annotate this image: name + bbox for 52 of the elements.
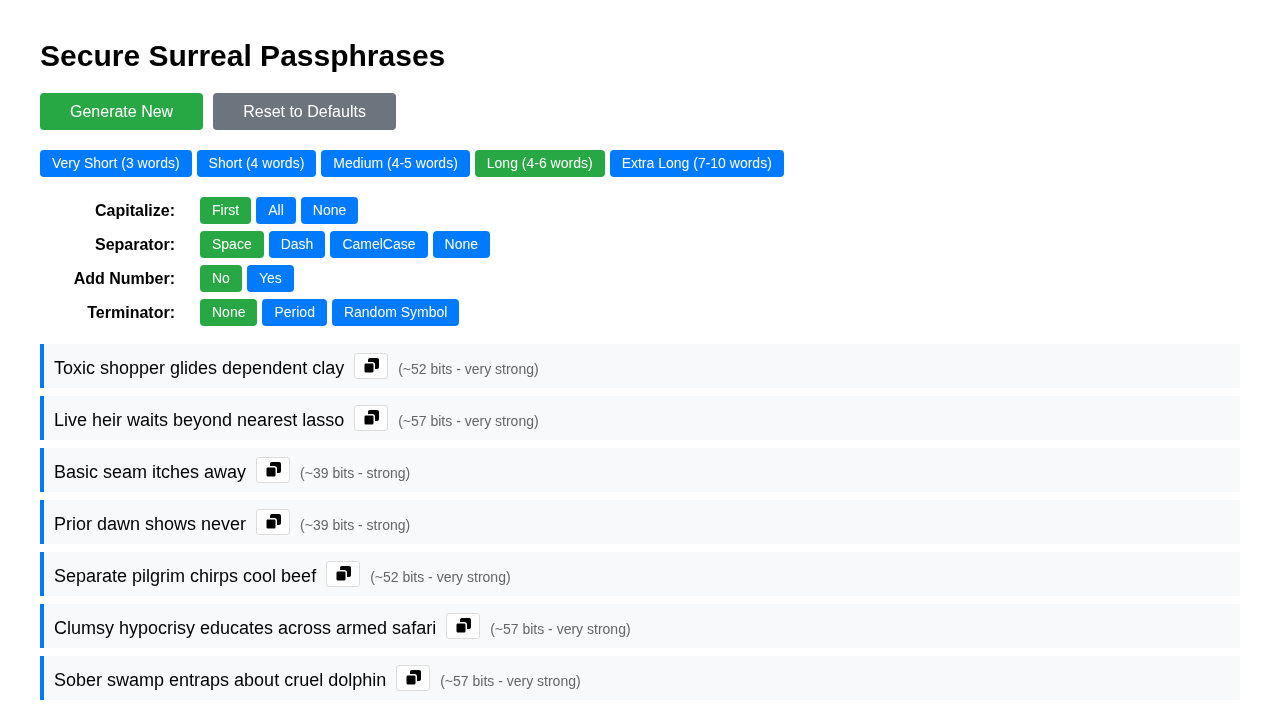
passphrase-text: Live heir waits beyond nearest lasso: [54, 408, 345, 431]
option-button[interactable]: CamelCase: [330, 231, 428, 258]
option-button[interactable]: None: [300, 197, 359, 224]
option-button[interactable]: None: [432, 231, 490, 258]
option-button[interactable]: All: [256, 197, 296, 224]
length-button[interactable]: Extra Long (7-10 words): [609, 150, 784, 177]
option-label: Separator:: [94, 235, 175, 254]
strength-text: (~57 bits - very strong): [398, 412, 539, 429]
copy-button[interactable]: [326, 561, 361, 587]
option-label: Terminator:: [87, 303, 175, 322]
option-button[interactable]: Random Symbol: [331, 299, 460, 326]
copy-icon: [455, 618, 472, 634]
strength-text: (~52 bits - very strong): [370, 568, 511, 585]
copy-icon: [265, 514, 282, 530]
option-button[interactable]: Period: [262, 299, 327, 326]
option-label: Add Number:: [73, 269, 175, 288]
passphrase-text: Separate pilgrim chirps cool beef: [54, 564, 317, 587]
copy-icon: [335, 566, 352, 582]
generate-button[interactable]: Generate New: [40, 93, 204, 130]
option-button[interactable]: Space: [200, 231, 264, 258]
passphrase-text: Sober swamp entraps about cruel dolphin: [54, 668, 387, 691]
option-button[interactable]: Yes: [246, 265, 294, 292]
page-title: Secure Surreal Passphrases: [40, 39, 447, 73]
option-label: Capitalize:: [95, 201, 175, 220]
length-button[interactable]: Long (4-6 words): [474, 150, 605, 177]
copy-icon: [265, 462, 282, 478]
option-button[interactable]: No: [200, 265, 242, 292]
reset-button[interactable]: Reset to Defaults: [213, 93, 396, 130]
copy-icon: [363, 358, 380, 374]
passphrase-text: Basic seam itches away: [54, 460, 247, 483]
copy-button[interactable]: [446, 613, 481, 639]
copy-button[interactable]: [256, 457, 291, 483]
passphrase-text: Prior dawn shows never: [54, 512, 247, 535]
length-button[interactable]: Very Short (3 words): [40, 150, 192, 177]
option-button[interactable]: None: [200, 299, 258, 326]
strength-text: (~39 bits - strong): [300, 516, 411, 533]
copy-button[interactable]: [354, 405, 389, 431]
copy-icon: [405, 670, 422, 686]
strength-text: (~57 bits - very strong): [440, 672, 581, 689]
copy-button[interactable]: [256, 509, 291, 535]
strength-text: (~57 bits - very strong): [490, 620, 631, 637]
option-button[interactable]: Dash: [268, 231, 326, 258]
copy-button[interactable]: [396, 665, 431, 691]
copy-button[interactable]: [354, 353, 389, 379]
copy-icon: [363, 410, 380, 426]
passphrase-text: Toxic shopper glides dependent clay: [54, 356, 345, 379]
length-button[interactable]: Short (4 words): [196, 150, 317, 177]
length-button[interactable]: Medium (4-5 words): [321, 150, 470, 177]
passphrase-text: Clumsy hypocrisy educates across armed safari: [54, 616, 437, 639]
option-button[interactable]: First: [200, 197, 252, 224]
strength-text: (~39 bits - strong): [300, 464, 411, 481]
strength-text: (~52 bits - very strong): [398, 360, 539, 377]
